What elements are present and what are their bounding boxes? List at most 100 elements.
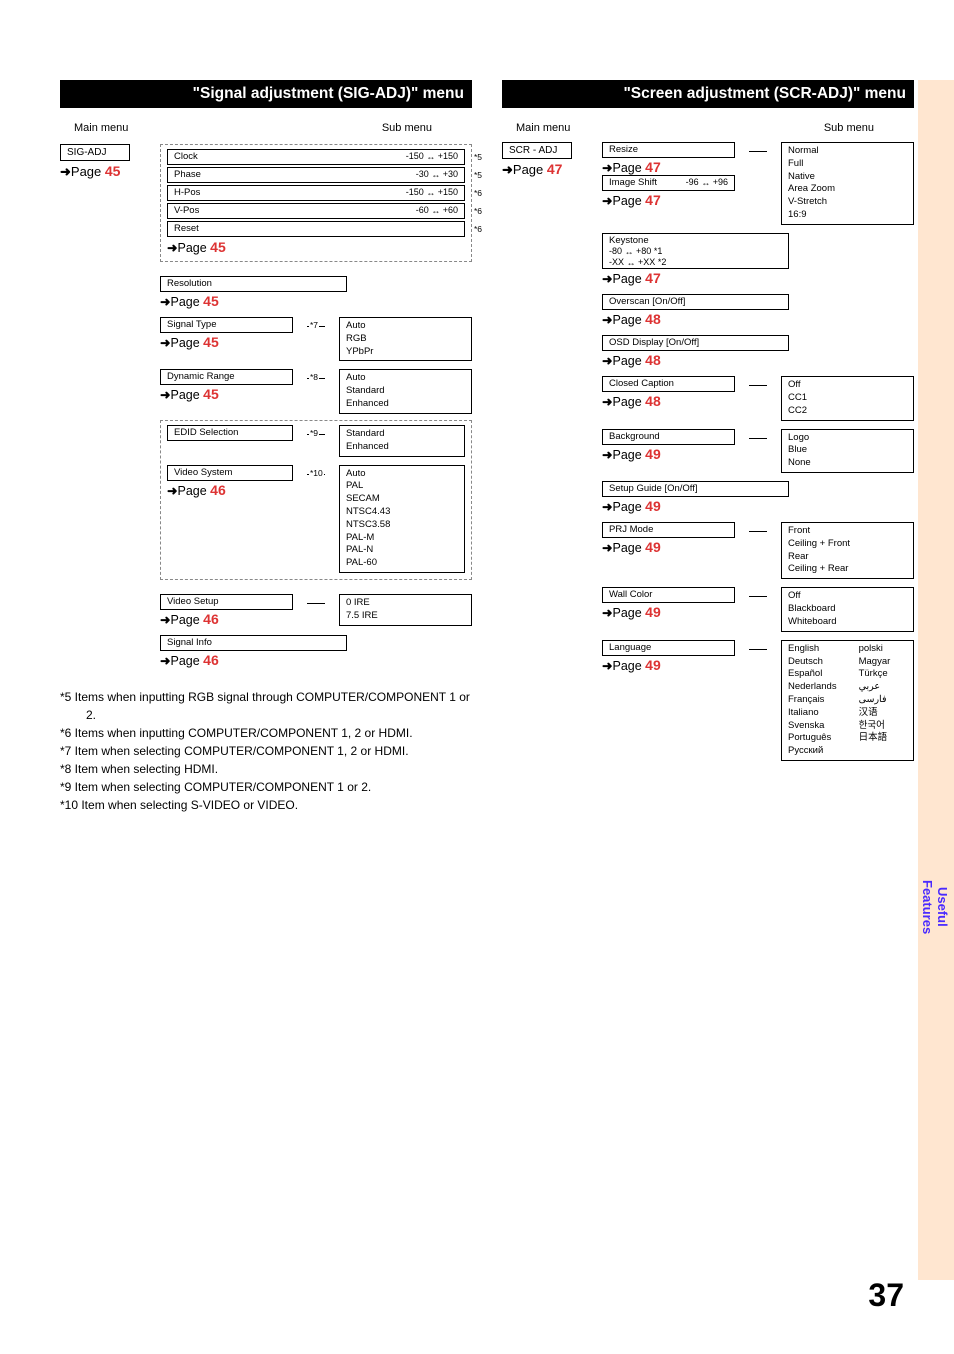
prj-page-link[interactable]: ➜Page 49: [602, 539, 735, 555]
arrow-icon: ➜: [602, 354, 612, 368]
osd-item: OSD Display [On/Off]: [602, 335, 789, 351]
note: *10: [309, 468, 324, 478]
sig-adj-header: "Signal adjustment (SIG-ADJ)" menu: [60, 80, 472, 108]
dynamic-range-options: AutoStandardEnhanced: [339, 369, 472, 413]
wall-item: Wall Color: [602, 587, 735, 603]
footnotes: *5 Items when inputting RGB signal throu…: [60, 688, 472, 814]
video-system-page-link[interactable]: ➜Page 46: [167, 482, 293, 498]
main-menu-label: Main menu: [74, 122, 128, 134]
arrow-icon: ➜: [160, 295, 170, 309]
arrow-icon: ➜: [167, 484, 177, 498]
setup-guide-item: Setup Guide [On/Off]: [602, 481, 789, 497]
edid-options: StandardEnhanced: [339, 425, 465, 457]
note: *6: [474, 206, 482, 216]
note: *6: [474, 188, 482, 198]
footnote: *5 Items when inputting RGB signal throu…: [60, 688, 472, 724]
footnote: *9 Item when selecting COMPUTER/COMPONEN…: [60, 778, 472, 796]
resize-options: NormalFullNativeArea ZoomV-Stretch16:9: [781, 142, 914, 225]
arrow-icon: ➜: [602, 541, 612, 555]
arrow-icon: ➜: [602, 659, 612, 673]
video-system-options: AutoPALSECAMNTSC4.43NTSC3.58PAL-MPAL-NPA…: [339, 465, 465, 574]
setup-guide-page-link[interactable]: ➜Page 49: [602, 498, 914, 514]
arrow-icon: ➜: [602, 395, 612, 409]
param-item: H-Pos-150 ↔ +150*6: [167, 185, 465, 201]
note: *6: [474, 224, 482, 234]
keystone-page-link[interactable]: ➜Page 47: [602, 270, 914, 286]
background-page-link[interactable]: ➜Page 49: [602, 446, 735, 462]
overscan-page-link[interactable]: ➜Page 48: [602, 311, 914, 327]
signal-type-item: Signal Type: [160, 317, 293, 333]
footnote: *8 Item when selecting HDMI.: [60, 760, 472, 778]
signal-info-page-link[interactable]: ➜Page 46: [160, 652, 472, 668]
footnote: *6 Items when inputting COMPUTER/COMPONE…: [60, 724, 472, 742]
param-item: Reset*6: [167, 221, 465, 237]
resolution-item: Resolution: [160, 276, 347, 292]
arrow-icon: ➜: [160, 613, 170, 627]
arrow-icon: ➜: [602, 313, 612, 327]
language-options: EnglishDeutschEspañolNederlandsFrançaisI…: [781, 640, 914, 761]
params-page-link[interactable]: ➜Page 45: [167, 239, 465, 255]
osd-page-link[interactable]: ➜Page 48: [602, 352, 914, 368]
root-sig-adj: SIG-ADJ: [60, 144, 130, 161]
resolution-page-link[interactable]: ➜Page 45: [160, 293, 472, 309]
wall-options: OffBlackboardWhiteboard: [781, 587, 914, 631]
sub-menu-label: Sub menu: [382, 122, 432, 134]
prj-item: PRJ Mode: [602, 522, 735, 538]
arrow-icon: ➜: [502, 162, 513, 177]
prj-options: FrontCeiling + FrontRearCeiling + Rear: [781, 522, 914, 579]
resize-item: Resize: [602, 142, 735, 158]
root-scr-adj: SCR - ADJ: [502, 142, 572, 159]
arrow-icon: ➜: [160, 654, 170, 668]
arrow-icon: ➜: [602, 161, 612, 175]
video-setup-item: Video Setup: [160, 594, 293, 610]
language-page-link[interactable]: ➜Page 49: [602, 657, 735, 673]
note: *8: [309, 372, 319, 382]
page-number: 37: [868, 1277, 904, 1314]
image-shift-page-link[interactable]: ➜Page 47: [602, 192, 735, 208]
note: *7: [309, 320, 319, 330]
cc-item: Closed Caption: [602, 376, 735, 392]
param-item: V-Pos-60 ↔ +60*6: [167, 203, 465, 219]
background-options: LogoBlueNone: [781, 429, 914, 473]
scr-adj-header: "Screen adjustment (SCR-ADJ)" menu: [502, 80, 914, 108]
dynamic-range-item: Dynamic Range: [160, 369, 293, 385]
arrow-icon: ➜: [60, 164, 71, 179]
resize-page-link[interactable]: ➜Page 47: [602, 159, 735, 175]
wall-page-link[interactable]: ➜Page 49: [602, 604, 735, 620]
edid-item: EDID Selection: [167, 425, 293, 441]
root-page-link[interactable]: ➜Page 47: [502, 161, 588, 178]
sig-adj-column: "Signal adjustment (SIG-ADJ)" menu Main …: [60, 80, 472, 814]
sub-menu-label: Sub menu: [824, 122, 874, 134]
arrow-icon: ➜: [167, 241, 177, 255]
footnote: *10 Item when selecting S-VIDEO or VIDEO…: [60, 796, 472, 814]
signal-type-options: AutoRGBYPbPr: [339, 317, 472, 361]
overscan-item: Overscan [On/Off]: [602, 294, 789, 310]
arrow-icon: ➜: [160, 388, 170, 402]
language-item: Language: [602, 640, 735, 656]
signal-type-page-link[interactable]: ➜Page 45: [160, 334, 293, 350]
arrow-icon: ➜: [160, 336, 170, 350]
main-menu-label: Main menu: [516, 122, 570, 134]
scr-adj-column: "Screen adjustment (SCR-ADJ)" menu Main …: [502, 80, 914, 814]
arrow-icon: ➜: [602, 272, 612, 286]
image-shift-item: Image Shift-96 ↔ +96: [602, 175, 735, 191]
video-system-item: Video System: [167, 465, 293, 481]
arrow-icon: ➜: [602, 606, 612, 620]
arrow-icon: ➜: [602, 500, 612, 514]
param-item: Clock-150 ↔ +150*5: [167, 149, 465, 165]
arrow-icon: ➜: [602, 194, 612, 208]
params-group: Clock-150 ↔ +150*5 Phase-30 ↔ +30*5 H-Pos-…: [160, 144, 472, 262]
dynamic-range-page-link[interactable]: ➜Page 45: [160, 386, 293, 402]
signal-info-item: Signal Info: [160, 635, 347, 651]
video-setup-page-link[interactable]: ➜Page 46: [160, 611, 293, 627]
cc-options: OffCC1CC2: [781, 376, 914, 420]
root-page-link[interactable]: ➜Page 45: [60, 163, 146, 180]
param-item: Phase-30 ↔ +30*5: [167, 167, 465, 183]
cc-page-link[interactable]: ➜Page 48: [602, 393, 735, 409]
video-setup-options: 0 IRE7.5 IRE: [339, 594, 472, 626]
note: *5: [474, 170, 482, 180]
note: *9: [309, 428, 319, 438]
footnote: *7 Item when selecting COMPUTER/COMPONEN…: [60, 742, 472, 760]
keystone-item: Keystone -80 ↔ +80 *1 -XX ↔ +XX *2: [602, 233, 789, 269]
background-item: Background: [602, 429, 735, 445]
